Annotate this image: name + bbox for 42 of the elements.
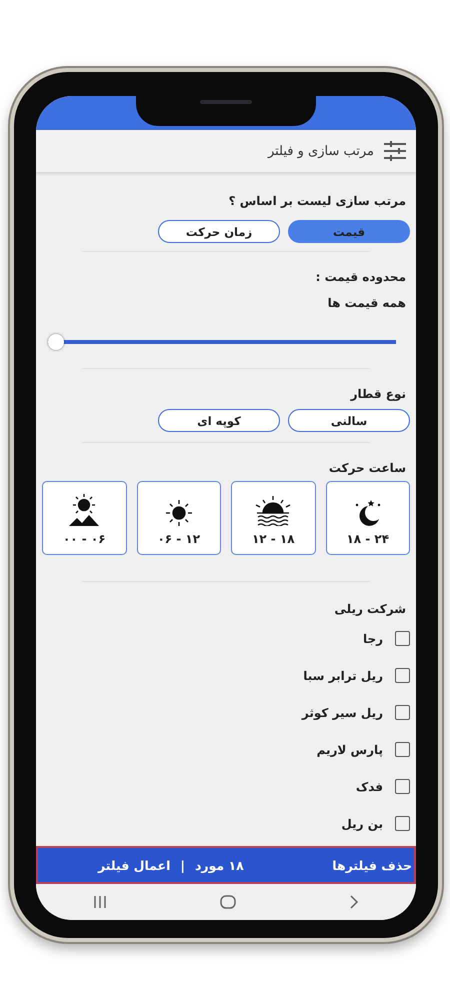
option-button[interactable]: زمان حرکت (158, 220, 280, 243)
option-button[interactable]: سالنی (288, 409, 410, 432)
sliders-icon[interactable] (384, 141, 406, 161)
section-label: نوع قطار (349, 387, 406, 401)
slider-thumb[interactable] (48, 334, 64, 350)
time-slot-card[interactable]: ۰۰ - ۰۶ (42, 481, 126, 555)
checkbox-label: رجا (362, 632, 383, 646)
screen-title: مرتب سازی و فیلتر (268, 144, 374, 158)
section-label: مرتب سازی لیست بر اساس ؟ (228, 194, 406, 208)
checkbox-label: فدک (356, 780, 383, 794)
price-slider[interactable] (48, 334, 396, 350)
option-button[interactable]: کوپه ای (158, 409, 280, 432)
clear-filters-button[interactable]: حذف فیلترها (332, 858, 412, 872)
price-range-value: همه قیمت ها (326, 296, 406, 310)
sun-over-mountains-icon (69, 494, 100, 526)
crescent-moon-icon (354, 500, 382, 526)
section-label: محدوده قیمت : (314, 270, 406, 284)
apply-filter-button[interactable]: اعمال فیلتر (98, 858, 170, 872)
home-icon[interactable] (220, 895, 236, 909)
result-count: ۱۸ مورد (194, 858, 244, 872)
checkbox[interactable] (395, 631, 410, 646)
time-slot-card[interactable]: ۱۲ - ۱۸ (231, 481, 316, 555)
back-icon[interactable] (349, 895, 360, 909)
section-label: شرکت ریلی (333, 602, 406, 616)
checkbox[interactable] (395, 705, 410, 720)
checkbox-label: ریل سیر کوثر (302, 706, 383, 720)
checkbox[interactable] (395, 668, 410, 683)
separator: | (180, 858, 185, 872)
option-button[interactable]: قیمت (288, 220, 410, 243)
section-label: ساعت حرکت (328, 461, 406, 475)
checkbox-label: پارس لاریم (316, 742, 383, 756)
recent-apps-icon[interactable] (92, 895, 107, 909)
checkbox[interactable] (395, 816, 410, 831)
speaker-grille (200, 100, 252, 104)
time-slot-card[interactable]: ۱۸ - ۲۴ (326, 481, 410, 555)
checkbox[interactable] (395, 779, 410, 794)
time-slot-card[interactable]: ۰۶ - ۱۲ (136, 481, 221, 555)
sunset-over-water-icon (255, 496, 292, 526)
sun-icon (166, 500, 192, 526)
checkbox-label: بن ریل (341, 816, 383, 830)
checkbox[interactable] (395, 742, 410, 757)
checkbox-label: ریل ترابر سبا (303, 668, 383, 682)
